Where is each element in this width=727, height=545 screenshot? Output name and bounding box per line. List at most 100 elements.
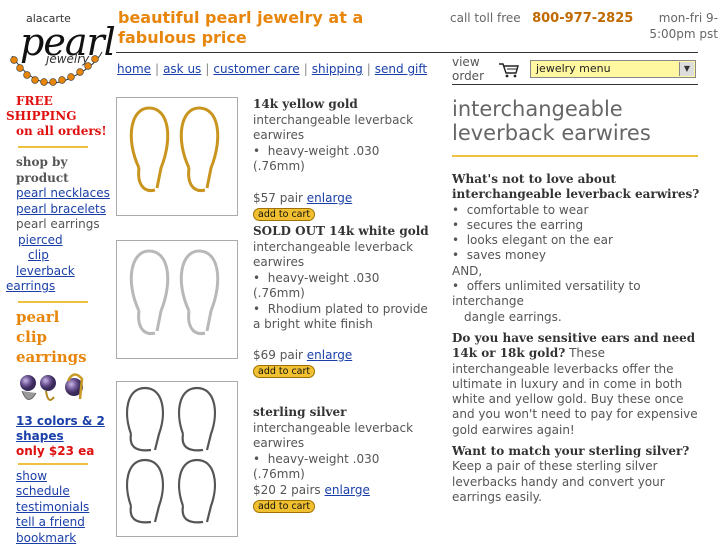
- clip-heading-line-1: pearl: [16, 307, 60, 326]
- bullet-text: heavy-weight .030 (.76mm): [253, 143, 380, 174]
- product-white-gold: SOLD OUT 14k white gold interchangeable …: [253, 224, 433, 379]
- sterling-silver-leverback-image: [125, 386, 217, 524]
- benefit-text: looks elegant on the ear: [466, 233, 613, 248]
- sidebar-item-pearl-bracelets[interactable]: pearl bracelets: [16, 202, 106, 216]
- left-sidebar: FREE SHIPPING on all orders! shop by pro…: [6, 94, 110, 545]
- product-price: $69 pair: [253, 347, 303, 362]
- product-subtitle: interchangeable leverback earwires: [253, 112, 414, 143]
- enlarge-link[interactable]: enlarge: [325, 483, 370, 497]
- product-price: $57 pair: [253, 190, 303, 205]
- benefit-item: • offers unlimited versatility to interc…: [452, 279, 641, 309]
- sidebar-item-pearl-necklaces[interactable]: pearl necklaces: [16, 186, 110, 200]
- product-price-row: $57 pair enlarge: [253, 191, 433, 207]
- product-subtitle: interchangeable leverback earwires: [253, 420, 414, 451]
- benefit-item: • saves money: [452, 248, 546, 263]
- business-hours: mon-fri 9-5:00pm pst: [649, 11, 718, 41]
- clip-earrings-heading[interactable]: pearl clip earrings: [6, 307, 110, 367]
- bullet-text: heavy-weight .030 (.76mm): [253, 270, 380, 301]
- clip-earrings-promo: 13 colors & 2 shapes only $23 ea: [6, 414, 110, 459]
- free-shipping-line-3: on all orders!: [16, 124, 107, 138]
- promo-price: only $23 ea: [16, 443, 95, 458]
- sidebar-item-bookmark[interactable]: bookmark: [16, 531, 76, 545]
- sidebar-item-leverback[interactable]: leverback: [16, 264, 75, 278]
- and-text: AND,: [452, 263, 483, 278]
- free-shipping-line-1: FREE: [16, 94, 53, 108]
- add-to-cart-button[interactable]: add to cart: [253, 500, 316, 513]
- clip-heading-line-2: clip: [16, 327, 48, 346]
- white-gold-leverback-image: [129, 249, 220, 336]
- question-heading: What's not to love about interchangeable…: [452, 172, 700, 202]
- bullet-text: Rhodium plated to provide a bright white…: [253, 301, 428, 332]
- shopping-cart-icon[interactable]: [498, 62, 520, 78]
- product-price: $20 2 pairs: [253, 482, 321, 497]
- benefit-text: comfortable to wear: [466, 202, 589, 217]
- product-bullet: • Rhodium plated to provide a bright whi…: [253, 301, 428, 332]
- shop-by-product-heading: shop by product: [16, 155, 69, 185]
- sidebar-item-tell-a-friend[interactable]: tell a friend: [16, 515, 85, 529]
- enlarge-link[interactable]: enlarge: [307, 348, 352, 362]
- free-shipping-line-2: SHIPPING: [6, 109, 77, 123]
- jewelry-menu-select[interactable]: jewelry menu ▼: [530, 60, 696, 78]
- nav-shipping[interactable]: shipping: [312, 62, 363, 76]
- benefit-text: secures the earring: [466, 217, 584, 232]
- sidebar-item-pierced[interactable]: pierced: [18, 233, 63, 247]
- contact-block: call toll free 800-977-2825 mon-fri 9-5:…: [450, 10, 722, 41]
- jewelry-menu-value: jewelry menu: [536, 62, 611, 75]
- sidebar-item-pearl-earrings: pearl earrings: [16, 217, 100, 231]
- bottom-links: show schedule testimonials tell a friend…: [6, 469, 110, 545]
- product-title: SOLD OUT 14k white gold: [253, 224, 429, 238]
- header-divider: [116, 52, 698, 53]
- benefit-text: saves money: [466, 248, 546, 263]
- title-underline: [452, 155, 698, 157]
- sidebar-divider-3: [18, 462, 88, 465]
- benefit-text: offers unlimited versatility to intercha…: [452, 279, 641, 309]
- page-title: interchangeable leverback earwires: [452, 97, 651, 145]
- yellow-gold-leverback-image: [129, 106, 220, 193]
- product-sterling-silver: sterling silver interchangeable leverbac…: [253, 405, 433, 514]
- sidebar-item-clip[interactable]: clip: [28, 248, 49, 262]
- view-order-link[interactable]: view order: [452, 55, 496, 83]
- phone-number: 800-977-2825: [532, 11, 634, 26]
- benefit-item: • looks elegant on the ear: [452, 233, 613, 248]
- clip-earrings-image[interactable]: [16, 371, 94, 409]
- promo-colors-link[interactable]: 13 colors & 2 shapes: [16, 414, 105, 443]
- product-bullet: • heavy-weight .030 (.76mm): [253, 143, 380, 174]
- add-to-cart-button[interactable]: add to cart: [253, 208, 316, 221]
- nav-ask-us[interactable]: ask us: [163, 62, 201, 76]
- site-tagline: beautiful pearl jewelry at a fabulous pr…: [118, 8, 364, 47]
- product-image-sterling-silver[interactable]: [116, 381, 238, 537]
- sterling-paragraph: Want to match your sterling silver? Keep…: [452, 444, 700, 505]
- product-links: pearl necklaces pearl bracelets pearl ea…: [6, 186, 110, 279]
- chevron-down-icon[interactable]: ▼: [679, 62, 694, 76]
- enlarge-link[interactable]: enlarge: [307, 191, 352, 205]
- add-to-cart-button[interactable]: add to cart: [253, 365, 316, 378]
- question-heading: Want to match your sterling silver?: [452, 444, 690, 459]
- menu-divider: [452, 84, 698, 85]
- pearl-strand-logo-art: [10, 51, 103, 86]
- nav-customer-care[interactable]: customer care: [213, 62, 299, 76]
- paragraph-body: Keep a pair of these sterling silver lev…: [452, 459, 665, 504]
- nav-home[interactable]: home: [117, 62, 151, 76]
- product-subtitle: interchangeable leverback earwires: [253, 239, 414, 270]
- benefit-item: • comfortable to wear: [452, 202, 589, 217]
- top-navigation: home | ask us | customer care | shipping | send …: [117, 62, 428, 76]
- product-image-yellow-gold[interactable]: [116, 97, 238, 216]
- sidebar-item-leverback-earrings[interactable]: earrings: [6, 279, 55, 293]
- sidebar-divider: [18, 146, 88, 148]
- product-title: sterling silver: [253, 405, 347, 419]
- product-image-white-gold[interactable]: [116, 240, 238, 359]
- product-price-row: $69 pair enlarge: [253, 348, 433, 364]
- product-info-text: What's not to love about interchangeable…: [452, 172, 700, 505]
- sidebar-divider-2: [18, 300, 88, 303]
- product-bullet: • heavy-weight .030 (.76mm): [253, 270, 380, 301]
- free-shipping-notice: FREE SHIPPING on all orders!: [6, 94, 110, 139]
- product-price-row: $20 2 pairs enlarge: [253, 483, 433, 499]
- bullet-text: heavy-weight .030 (.76mm): [253, 451, 380, 482]
- benefit-item: • secures the earring: [452, 217, 584, 232]
- sidebar-item-show-schedule[interactable]: show schedule: [16, 469, 76, 500]
- sidebar-item-testimonials[interactable]: testimonials: [16, 500, 89, 514]
- call-label: call toll free: [450, 11, 521, 25]
- nav-send-gift[interactable]: send gift: [375, 62, 427, 76]
- site-logo[interactable]: alacarte pearl jewelry: [6, 6, 116, 92]
- sensitive-ears-paragraph: Do you have sensitive ears and need 14k …: [452, 331, 700, 438]
